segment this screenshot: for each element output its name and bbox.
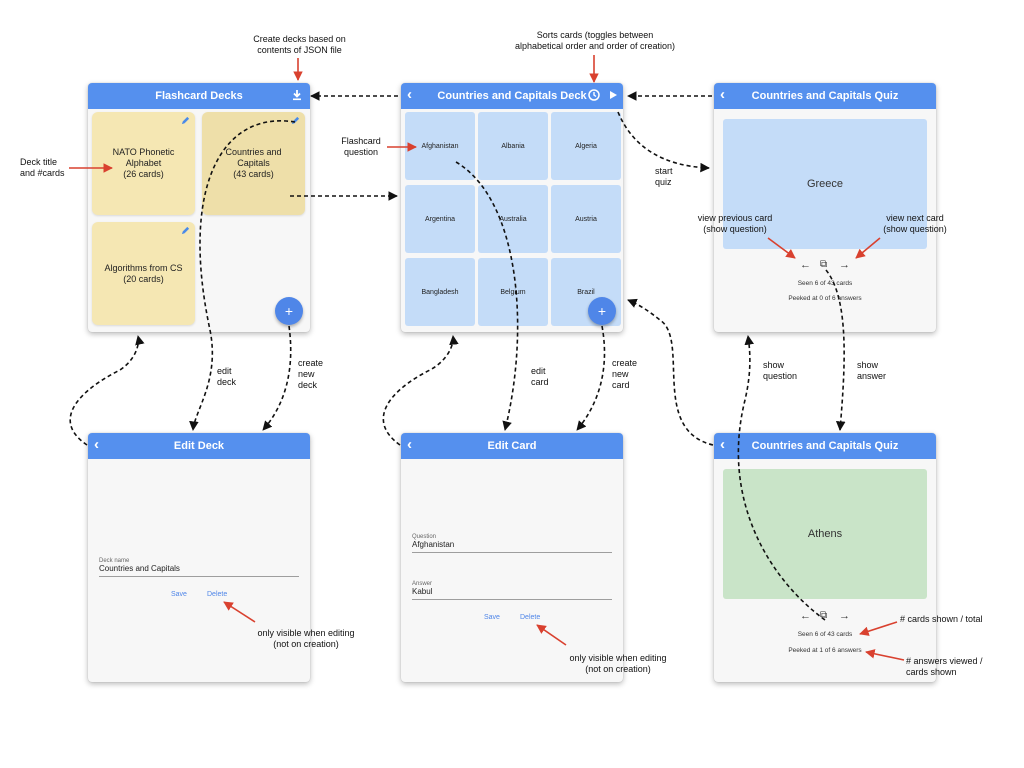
flashcard-tile[interactable]: Austria [551, 185, 621, 253]
decks-screen: Flashcard Decks NATO Phonetic Alphabet (… [88, 83, 310, 332]
arrow-create-card [576, 325, 606, 431]
back-button[interactable]: ‹ [720, 86, 725, 103]
app-bar-title: Countries and Capitals Quiz [751, 440, 899, 452]
app-bar: ‹ Countries and Capitals Quiz [714, 433, 936, 459]
app-bar-title: Edit Deck [173, 440, 225, 452]
peeked-count: Peeked at 0 of 6 answers [788, 295, 862, 302]
annotation-create-card: create new card [612, 358, 638, 390]
clock-icon[interactable] [587, 88, 601, 102]
annotation-sorts-cards: Sorts cards (toggles between alphabetica… [514, 30, 676, 51]
deck-screen: ‹ Countries and Capitals Deck Afghanista… [401, 83, 623, 332]
deck-card-algorithms[interactable]: Algorithms from CS (20 cards) [92, 222, 195, 325]
add-deck-button[interactable]: + [275, 297, 303, 325]
annotation-show-question: show question [763, 360, 798, 381]
deck-card-label: Algorithms from CS (20 cards) [104, 262, 183, 284]
flashcard-tile[interactable]: Australia [478, 185, 548, 253]
deck-name-field[interactable]: Countries and Capitals [99, 564, 180, 573]
flashcard-question: Argentina [425, 215, 455, 223]
back-button[interactable]: ‹ [407, 86, 412, 103]
flashcard-question: Australia [499, 215, 527, 223]
answer-field[interactable]: Kabul [412, 587, 432, 596]
flashcard-question: Brazil [577, 288, 595, 296]
quiz-card[interactable]: Athens [723, 469, 927, 599]
answer-underline [412, 599, 612, 600]
annotation-answers-viewed: # answers viewed / cards shown [906, 656, 983, 677]
arrow-editcard-back [382, 335, 459, 446]
flashcard-tile[interactable]: Algeria [551, 112, 621, 180]
annotation-create-deck: create new deck [298, 358, 324, 390]
annotation-start-quiz: start quiz [655, 166, 673, 187]
flashcard-question: Algeria [575, 142, 597, 150]
download-icon[interactable] [290, 88, 304, 102]
app-bar-title: Edit Card [487, 440, 537, 452]
deck-card-label: NATO Phonetic Alphabet (26 cards) [112, 147, 175, 179]
add-card-button[interactable]: + [588, 297, 616, 325]
deck-card-label: Countries and Capitals (43 cards) [225, 147, 282, 179]
delete-button[interactable]: Delete [520, 614, 540, 621]
annotation-create-decks: Create decks based on contents of JSON f… [253, 34, 346, 55]
arrow-start-quiz [617, 111, 710, 173]
quiz-card-text: Athens [807, 528, 843, 540]
flashcard-tile[interactable]: Afghanistan [405, 112, 475, 180]
peeked-count: Peeked at 1 of 6 answers [788, 647, 862, 654]
play-icon[interactable] [606, 88, 620, 102]
quiz-card-text: Greece [806, 178, 844, 190]
app-bar: ‹ Countries and Capitals Deck [401, 83, 623, 109]
previous-card-button[interactable]: ← [800, 610, 811, 622]
annotation-flashcard-question: Flashcard question [341, 136, 381, 157]
quiz-question-screen: ‹ Countries and Capitals Quiz Greece ← ⧉… [714, 83, 936, 332]
previous-card-button[interactable]: ← [800, 259, 811, 271]
annotation-only-visible-card: only visible when editing (not on creati… [569, 653, 667, 674]
flashcard-question: Afghanistan [421, 142, 459, 150]
edit-card-screen: ‹ Edit Card Question Afghanistan Answer … [401, 433, 623, 682]
annotation-edit-card: edit card [531, 366, 549, 387]
flashcard-tile[interactable]: Albania [478, 112, 548, 180]
flashcard-question: Belgium [500, 288, 526, 296]
back-button[interactable]: ‹ [94, 436, 99, 453]
next-card-button[interactable]: → [839, 259, 850, 271]
question-field[interactable]: Afghanistan [412, 540, 454, 549]
app-bar: ‹ Countries and Capitals Quiz [714, 83, 936, 109]
annotation-deck-title: Deck title and #cards [20, 157, 65, 178]
app-bar-title: Countries and Capitals Quiz [751, 90, 899, 102]
quiz-answer-screen: ‹ Countries and Capitals Quiz Athens ← ⧉… [714, 433, 936, 682]
deck-card-nato[interactable]: NATO Phonetic Alphabet (26 cards) [92, 112, 195, 215]
deck-card-countries[interactable]: Countries and Capitals (43 cards) [202, 112, 305, 215]
delete-button[interactable]: Delete [207, 591, 227, 598]
annotation-edit-deck: edit deck [217, 366, 237, 387]
flashcard-tile[interactable]: Bangladesh [405, 258, 475, 326]
app-bar-title: Flashcard Decks [155, 90, 243, 102]
annotation-only-visible-deck: only visible when editing (not on creati… [257, 628, 355, 649]
app-bar: ‹ Edit Card [401, 433, 623, 459]
app-bar: Flashcard Decks [88, 83, 310, 109]
flashcard-question: Albania [501, 142, 525, 150]
pencil-icon[interactable] [181, 226, 190, 235]
flip-card-button[interactable]: ⧉ [820, 259, 827, 270]
back-button[interactable]: ‹ [407, 436, 412, 453]
flip-card-button[interactable]: ⧉ [820, 610, 827, 621]
back-button[interactable]: ‹ [720, 436, 725, 453]
save-button[interactable]: Save [484, 614, 500, 621]
next-card-button[interactable]: → [839, 610, 850, 622]
annotation-cards-shown-total: # cards shown / total [900, 614, 983, 624]
flashcard-question: Bangladesh [421, 288, 459, 296]
pencil-icon[interactable] [291, 116, 300, 125]
annotation-show-answer: show answer [857, 360, 887, 381]
deck-name-underline [99, 576, 299, 577]
pencil-icon[interactable] [181, 116, 190, 125]
flashcard-tile[interactable]: Argentina [405, 185, 475, 253]
question-underline [412, 552, 612, 553]
seen-count: Seen 6 of 43 cards [797, 280, 853, 287]
flashcard-tile[interactable]: Belgium [478, 258, 548, 326]
arrow-editdeck-back [69, 335, 145, 446]
save-button[interactable]: Save [171, 591, 187, 598]
flashcard-question: Austria [575, 215, 597, 223]
annotation-view-next: view next card (show question) [883, 213, 947, 234]
app-bar: ‹ Edit Deck [88, 433, 310, 459]
seen-count: Seen 6 of 43 cards [797, 631, 853, 638]
arrow-create-deck [262, 325, 292, 431]
app-bar-title: Countries and Capitals Deck [437, 90, 587, 102]
annotation-view-previous: view previous card (show question) [697, 213, 773, 234]
